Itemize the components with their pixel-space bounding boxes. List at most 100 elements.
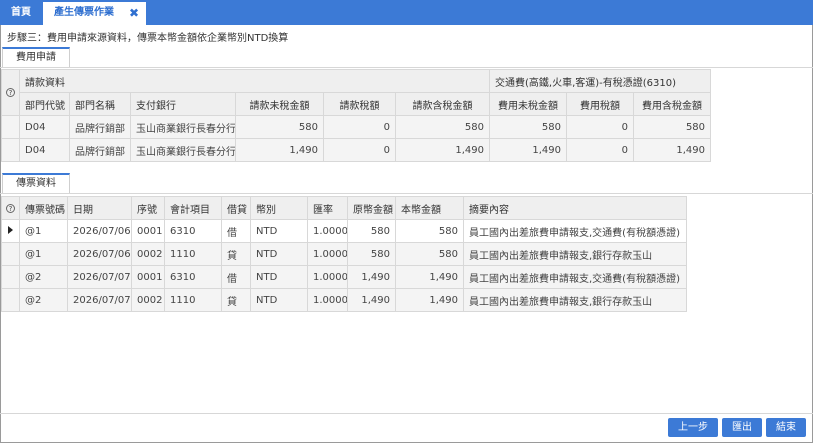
column-header[interactable]: 日期 <box>67 196 132 220</box>
table-cell: 1,490 <box>632 138 712 162</box>
table-cell: 1110 <box>164 242 222 266</box>
column-header[interactable]: 費用未稅金額 <box>489 92 567 116</box>
column-header[interactable]: 摘要內容 <box>463 196 687 220</box>
footer-divider <box>0 413 813 414</box>
export-button[interactable]: 匯出 <box>722 418 762 437</box>
table-cell: 貸 <box>221 242 251 266</box>
table-row[interactable]: @1 2026/07/06 0002 1110 貸 NTD 1.0000 580… <box>1 242 687 266</box>
table-cell: 580 <box>235 115 324 139</box>
column-header[interactable]: 費用含稅金額 <box>632 92 712 116</box>
table-cell: 貸 <box>221 288 251 312</box>
table-cell: 1,490 <box>347 288 396 312</box>
help-icon-cell: ? <box>1 69 20 116</box>
column-header[interactable]: 部門代號 <box>19 92 70 116</box>
table-cell: 580 <box>347 219 396 243</box>
table-cell: 0001 <box>131 219 165 243</box>
column-header[interactable]: 會計項目 <box>164 196 222 220</box>
table-cell: 1,490 <box>235 138 324 162</box>
table-cell: @1 <box>19 242 68 266</box>
table-row[interactable]: @2 2026/07/07 0001 6310 借 NTD 1.0000 1,4… <box>1 265 687 289</box>
table-cell: @1 <box>19 219 68 243</box>
previous-step-button[interactable]: 上一步 <box>668 418 718 437</box>
table-cell: 1,490 <box>395 288 464 312</box>
table-cell: 580 <box>395 115 490 139</box>
tab-voucher-generation-label: 產生傳票作業 <box>54 7 114 18</box>
close-icon[interactable]: ✖ <box>129 2 139 24</box>
table-cell: 6310 <box>164 219 222 243</box>
table-cell: 1.0000 <box>307 219 348 243</box>
column-header[interactable]: 借貸 <box>221 196 251 220</box>
section-divider <box>0 193 813 194</box>
table-cell: 品牌行銷部 <box>69 115 131 139</box>
column-header[interactable]: 請款未稅金額 <box>235 92 324 116</box>
table-cell: 借 <box>221 265 251 289</box>
table-cell: 580 <box>395 219 464 243</box>
column-header[interactable]: 本幣金額 <box>395 196 464 220</box>
table-cell: 0 <box>566 138 634 162</box>
table-cell: NTD <box>250 288 308 312</box>
table-cell: 580 <box>395 242 464 266</box>
table-cell: 1.0000 <box>307 288 348 312</box>
table-cell: 1,490 <box>347 265 396 289</box>
column-header[interactable]: 原幣金額 <box>347 196 396 220</box>
table-cell: 0 <box>323 115 396 139</box>
table-cell: 員工國內出差旅費申請報支,銀行存款玉山 <box>463 242 687 266</box>
tab-expense-request[interactable]: 費用申請 <box>2 47 70 67</box>
table-cell: 1.0000 <box>307 242 348 266</box>
table-cell: 品牌行銷部 <box>69 138 131 162</box>
help-icon[interactable]: ? <box>6 203 15 213</box>
table-cell: NTD <box>250 242 308 266</box>
table-cell: 0002 <box>131 242 165 266</box>
table-cell: @2 <box>19 288 68 312</box>
table-cell: @2 <box>19 265 68 289</box>
table-cell: 玉山商業銀行長春分行 <box>130 138 236 162</box>
row-gutter <box>1 138 20 162</box>
table-row-selected[interactable]: @1 2026/07/06 0001 6310 借 NTD 1.0000 580… <box>1 219 687 243</box>
table-cell: 2026/07/07 <box>67 265 132 289</box>
table-cell: D04 <box>19 115 70 139</box>
column-header[interactable]: 請款含稅金額 <box>395 92 490 116</box>
table-cell: 1,490 <box>395 265 464 289</box>
column-header[interactable]: 支付銀行 <box>130 92 236 116</box>
column-header[interactable]: 幣別 <box>250 196 308 220</box>
row-gutter <box>1 115 20 139</box>
table-cell: 借 <box>221 219 251 243</box>
column-header[interactable]: 傳票號碼 <box>19 196 68 220</box>
table-cell: 1110 <box>164 288 222 312</box>
row-gutter <box>1 265 20 289</box>
column-header[interactable]: 部門名稱 <box>69 92 131 116</box>
voucher-table: ? 傳票號碼 日期 序號 會計項目 借貸 幣別 匯率 原幣金額 本幣金額 摘要內… <box>1 196 687 312</box>
table-row[interactable]: @2 2026/07/07 0002 1110 貸 NTD 1.0000 1,4… <box>1 288 687 312</box>
tab-voucher-data[interactable]: 傳票資料 <box>2 173 70 193</box>
step-title: 步驟三：費用申請來源資料，傳票本幣金額依企業幣別NTD換算 <box>7 33 289 44</box>
table-row[interactable]: D04 品牌行銷部 玉山商業銀行長春分行 580 0 580 580 0 580 <box>1 115 712 139</box>
help-icon[interactable]: ? <box>6 88 15 97</box>
tab-voucher-generation[interactable]: 產生傳票作業 ✖ <box>43 2 146 25</box>
group-header-expense: 交通費(高鐵,火車,客運)-有稅憑證(6310) <box>488 69 712 93</box>
table-cell: 0 <box>323 138 396 162</box>
column-header[interactable]: 匯率 <box>307 196 348 220</box>
column-header[interactable]: 序號 <box>131 196 165 220</box>
table-cell: NTD <box>250 219 308 243</box>
table-cell: 員工國內出差旅費申請報支,交通費(有稅額憑證) <box>463 219 687 243</box>
table-cell: 0001 <box>131 265 165 289</box>
tab-home[interactable]: 首頁 <box>0 0 42 25</box>
table-cell: 2026/07/07 <box>67 288 132 312</box>
table-cell: NTD <box>250 265 308 289</box>
table-cell: 2026/07/06 <box>67 219 132 243</box>
column-header[interactable]: 費用稅額 <box>566 92 634 116</box>
table-cell: 0002 <box>131 288 165 312</box>
table-cell: 1,490 <box>395 138 490 162</box>
column-header[interactable]: 請款稅額 <box>323 92 396 116</box>
finish-button[interactable]: 結束 <box>766 418 806 437</box>
help-icon-cell: ? <box>1 196 20 220</box>
table-cell: 580 <box>347 242 396 266</box>
current-row-arrow-icon <box>8 225 13 234</box>
top-tab-bar: 首頁 產生傳票作業 ✖ <box>0 0 813 25</box>
table-cell: 0 <box>566 115 634 139</box>
table-row[interactable]: D04 品牌行銷部 玉山商業銀行長春分行 1,490 0 1,490 1,490… <box>1 138 712 162</box>
row-gutter <box>1 288 20 312</box>
section-divider <box>0 67 813 68</box>
table-cell: 580 <box>489 115 567 139</box>
table-cell: D04 <box>19 138 70 162</box>
